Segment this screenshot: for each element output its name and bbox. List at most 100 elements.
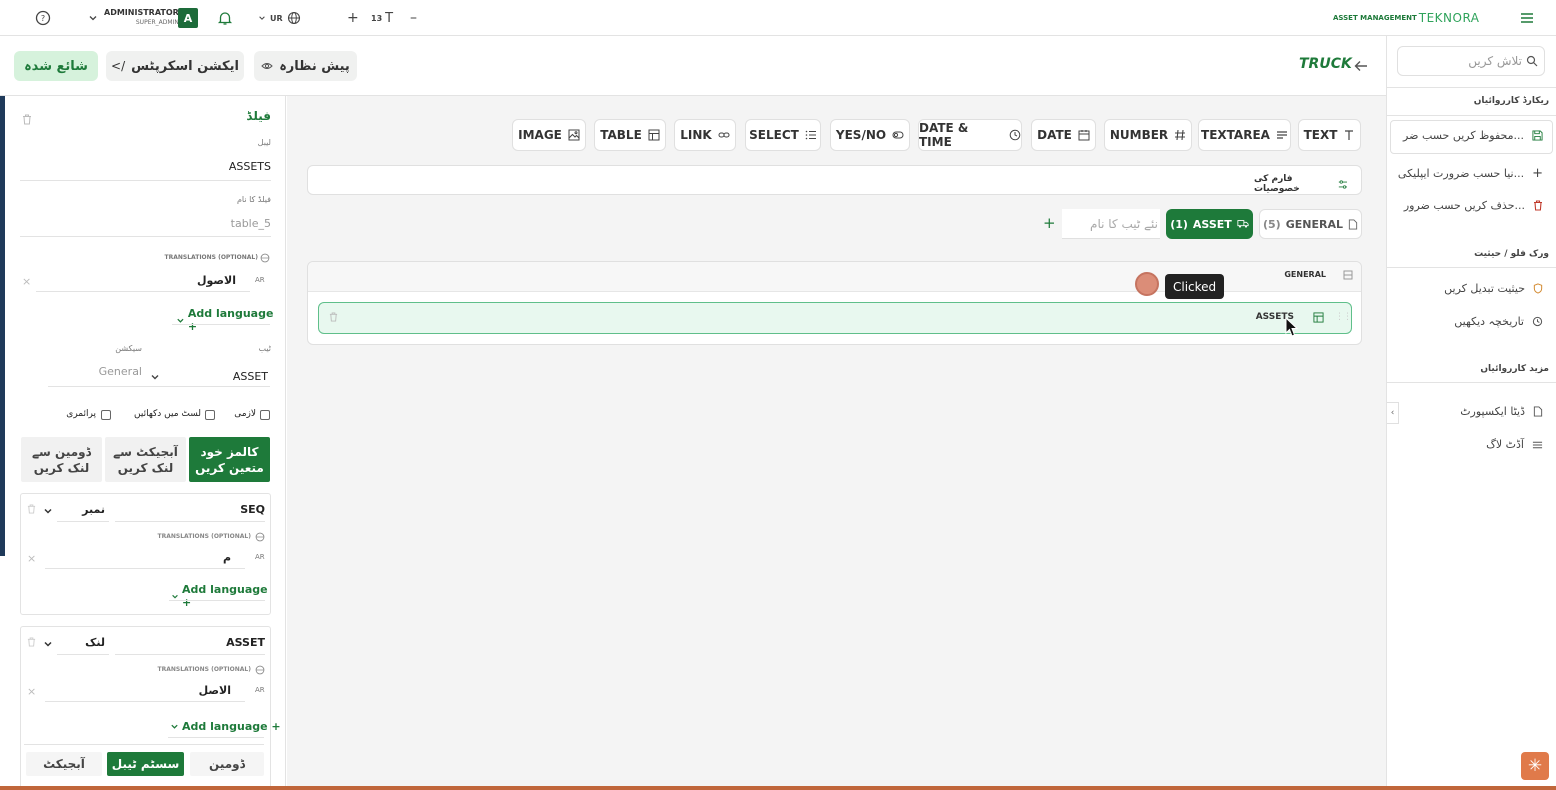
- field-type-label: TEXTAREA: [1201, 128, 1270, 142]
- show-in-list-checkbox[interactable]: [205, 410, 215, 420]
- drag-handle-icon[interactable]: ⋮⋮: [1335, 312, 1352, 322]
- add-language-label: Add language +: [187, 307, 274, 333]
- column-name-input[interactable]: SEQ: [121, 503, 265, 516]
- divider: [36, 291, 250, 292]
- field-type-button[interactable]: DATE: [1031, 119, 1096, 151]
- trash-icon[interactable]: [27, 637, 36, 647]
- link-object-tab[interactable]: آبجیکٹ: [26, 752, 102, 776]
- trash-icon[interactable]: [22, 114, 32, 125]
- translations-caption: TRANSLATIONS (OPTIONAL): [157, 533, 251, 540]
- field-type-button[interactable]: NUMBER: [1104, 119, 1192, 151]
- audit-log-item[interactable]: آڈٹ لاگ: [1397, 438, 1543, 451]
- panel-scrollbar[interactable]: [0, 96, 5, 556]
- avatar[interactable]: A: [178, 8, 198, 28]
- search-input[interactable]: تلاش کریں: [1397, 46, 1545, 76]
- remove-translation-icon[interactable]: ×: [27, 685, 36, 698]
- shield-icon: [1533, 283, 1543, 294]
- field-type-button[interactable]: YES/NO: [830, 119, 910, 151]
- link-domain-button[interactable]: ڈومین سے لنک کریں: [21, 437, 102, 482]
- field-type-button[interactable]: TABLE: [594, 119, 666, 151]
- chevron-down-icon[interactable]: [150, 372, 160, 382]
- add-language-button[interactable]: Add language +: [170, 720, 281, 733]
- font-size-indicator: 13 T: [371, 0, 393, 36]
- divider: [20, 180, 271, 181]
- list-icon: [805, 129, 817, 141]
- back-arrow-icon[interactable]: [1353, 58, 1369, 74]
- bell-icon[interactable]: [216, 0, 234, 36]
- toggle-icon: [892, 129, 904, 141]
- action-scripts-button[interactable]: </ ایکشن اسکرپٹس: [106, 51, 244, 81]
- trash-icon[interactable]: [329, 312, 338, 322]
- link-domain-tab[interactable]: ڈومین: [190, 752, 264, 776]
- data-export-item[interactable]: ڈیٹا ایکسپورٹ: [1397, 405, 1543, 418]
- action-scripts-label: ایکشن اسکرپٹس: [131, 58, 239, 74]
- tab-general[interactable]: (5) GENERAL: [1259, 209, 1362, 239]
- lang-tag: AR: [255, 686, 265, 694]
- table-icon: [648, 129, 660, 141]
- lang-tag: AR: [255, 276, 265, 284]
- tab-count: (5): [1263, 217, 1281, 231]
- change-status-item[interactable]: حیثیت تبدیل کریں: [1397, 282, 1543, 295]
- assistant-launcher-icon[interactable]: ✳: [1521, 752, 1549, 780]
- globe-icon: [255, 665, 265, 675]
- publish-button[interactable]: شائع شدہ: [14, 51, 98, 81]
- user-menu-chevron-icon[interactable]: [88, 0, 98, 36]
- tab-select[interactable]: ASSET: [180, 370, 268, 383]
- link-object-button[interactable]: آبجیکٹ سے لنک کریں: [105, 437, 186, 482]
- field-type-button[interactable]: TEXTAREA: [1198, 119, 1291, 151]
- translation-input[interactable]: م: [121, 551, 231, 564]
- preview-button[interactable]: پیش نظارہ: [254, 51, 357, 81]
- delete-custom-item[interactable]: حذف کریں حسب ضرور...: [1397, 199, 1543, 212]
- add-language-label: Add language +: [182, 583, 268, 609]
- remove-translation-icon[interactable]: ×: [27, 552, 36, 565]
- field-type-button[interactable]: SELECT: [745, 119, 821, 151]
- clock-icon: [1009, 129, 1021, 141]
- label-input[interactable]: ASSETS: [200, 160, 271, 173]
- translation-input[interactable]: الاصل: [121, 684, 231, 697]
- text-size-icon: T: [385, 10, 394, 26]
- lang-tag: AR: [255, 553, 265, 561]
- bottom-accent-bar: [0, 786, 1556, 790]
- textarea-icon: [1276, 129, 1288, 141]
- form-properties-bar[interactable]: فارم کی خصوصیات: [307, 165, 1362, 195]
- translation-input[interactable]: الاصول: [140, 274, 236, 287]
- define-columns-button[interactable]: کالمز خود متعین کریں: [189, 437, 270, 482]
- add-language-button[interactable]: Add language +: [176, 307, 285, 333]
- field-type-button[interactable]: TEXT: [1298, 119, 1361, 151]
- top-bar: ? ADMINISTRATOR SUPER_ADMIN A UR + 13 T –…: [0, 0, 1556, 36]
- tab-asset[interactable]: (1) ASSET: [1166, 209, 1253, 239]
- column-type-select[interactable]: لنک: [61, 636, 105, 649]
- selected-field-row[interactable]: ASSETS ⋮⋮: [318, 302, 1352, 334]
- column-type-select[interactable]: نمبر: [61, 503, 105, 516]
- field-type-button[interactable]: LINK: [674, 119, 736, 151]
- required-checkbox[interactable]: [260, 410, 270, 420]
- field-type-button[interactable]: DATE & TIME: [918, 119, 1022, 151]
- add-tab-button[interactable]: +: [1043, 214, 1056, 232]
- section-select[interactable]: General: [60, 365, 142, 378]
- view-history-label: تاریخچہ دیکھیں: [1454, 315, 1524, 328]
- add-language-button[interactable]: Add language +: [171, 583, 270, 609]
- view-history-item[interactable]: تاریخچہ دیکھیں: [1397, 315, 1543, 328]
- chevron-down-icon[interactable]: [43, 639, 53, 649]
- save-custom-row: محفوظ کریں حسب ضر...: [1397, 129, 1543, 142]
- new-custom-item[interactable]: نیا حسب ضرورت ایپلیکی... +: [1397, 166, 1543, 181]
- truck-icon: [1237, 220, 1249, 228]
- font-increase-button[interactable]: +: [347, 0, 359, 36]
- font-decrease-button[interactable]: –: [410, 0, 417, 36]
- language-selector[interactable]: UR: [258, 0, 301, 36]
- column-name-input[interactable]: ASSET: [121, 636, 265, 649]
- trash-icon[interactable]: [27, 504, 36, 514]
- field-type-button[interactable]: IMAGE: [512, 119, 586, 151]
- svg-text:?: ?: [41, 14, 45, 23]
- chevron-down-icon[interactable]: [43, 506, 53, 516]
- new-tab-input[interactable]: نئے ٹیب کا نام: [1062, 209, 1160, 239]
- user-info[interactable]: ADMINISTRATOR SUPER_ADMIN: [104, 0, 179, 36]
- remove-translation-icon[interactable]: ×: [22, 275, 31, 288]
- primary-checkbox[interactable]: [101, 410, 111, 420]
- link-system-table-tab[interactable]: سسٹم ٹیبل: [107, 752, 184, 776]
- field-name-input[interactable]: table_5: [200, 217, 271, 230]
- hamburger-menu-icon[interactable]: [1518, 0, 1536, 36]
- language-code: UR: [270, 13, 283, 23]
- actions-sidebar: تلاش کریں ریکارڈ کارروائیاں محفوظ کریں ح…: [1386, 36, 1556, 790]
- help-circle-icon[interactable]: ?: [34, 0, 52, 36]
